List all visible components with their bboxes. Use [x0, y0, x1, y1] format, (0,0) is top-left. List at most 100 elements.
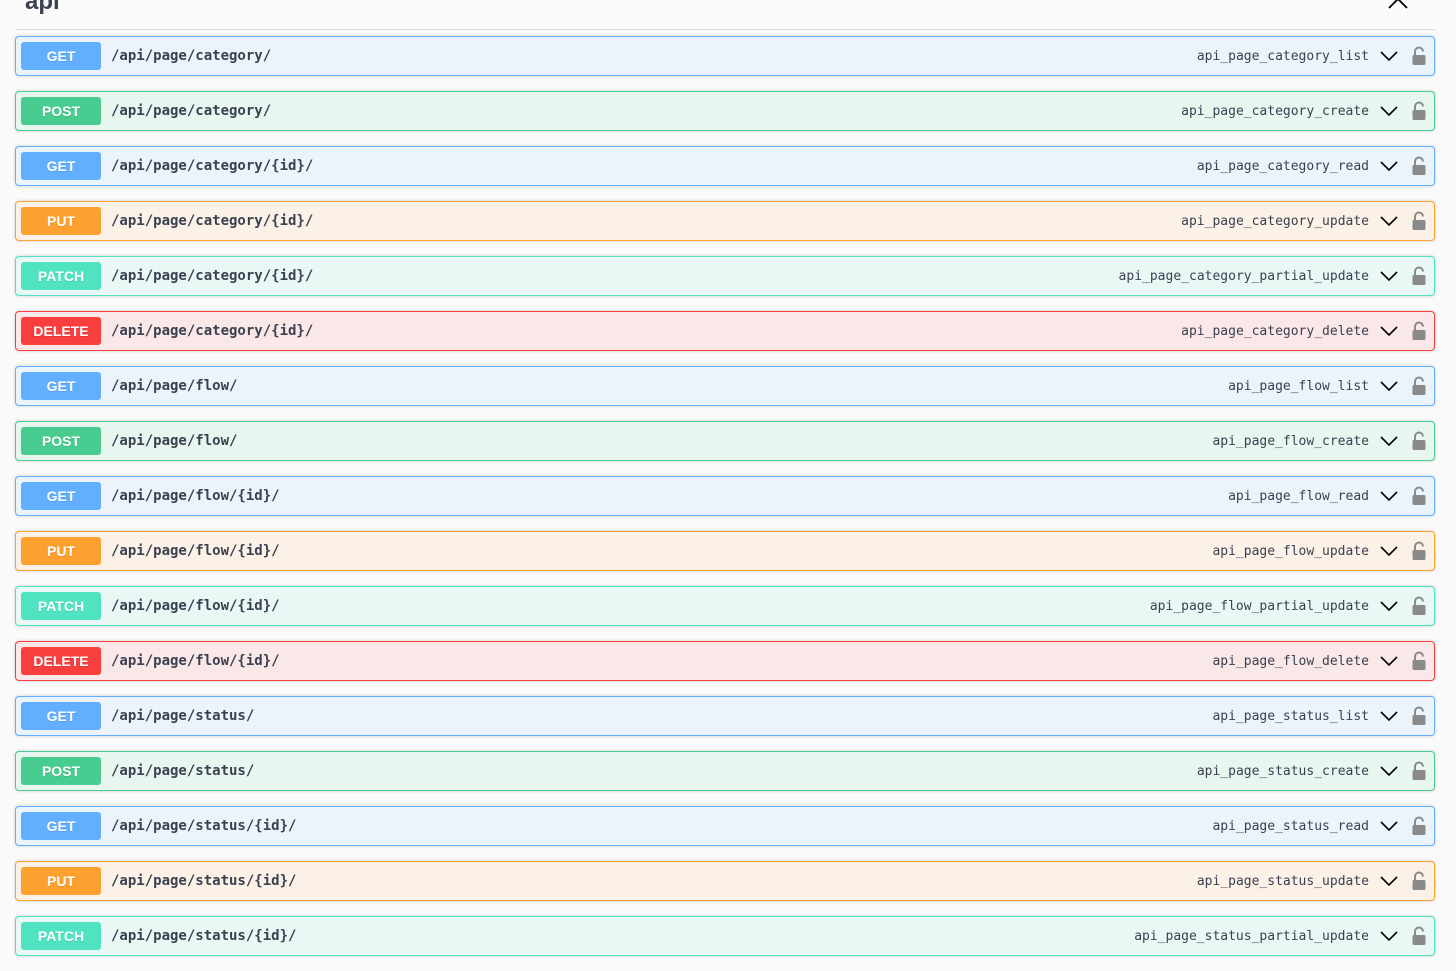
unlocked-padlock-icon[interactable]: [1411, 541, 1427, 561]
endpoint-path: /api/page/category/{id}/: [111, 158, 314, 174]
endpoint-path: /api/page/flow/{id}/: [111, 653, 280, 669]
section-header[interactable]: api: [15, 0, 1435, 30]
operation-row-post[interactable]: POST/api/page/status/api_page_status_cre…: [15, 751, 1435, 791]
chevron-down-icon[interactable]: [1379, 816, 1399, 836]
operation-id: api_page_flow_create: [1212, 433, 1369, 449]
method-badge: DELETE: [21, 647, 101, 675]
operation-id: api_page_category_create: [1181, 103, 1369, 119]
operation-row-get[interactable]: GET/api/page/status/api_page_status_list: [15, 696, 1435, 736]
chevron-down-icon[interactable]: [1379, 321, 1399, 341]
section-title: api: [25, 0, 60, 15]
method-badge: GET: [21, 812, 101, 840]
unlocked-padlock-icon[interactable]: [1411, 46, 1427, 66]
endpoint-path: /api/page/status/: [111, 708, 255, 724]
operation-row-get[interactable]: GET/api/page/category/{id}/ api_page_cate…: [15, 146, 1435, 186]
chevron-down-icon[interactable]: [1379, 156, 1399, 176]
operation-row-post[interactable]: POST/api/page/flow/api_page_flow_create: [15, 421, 1435, 461]
unlocked-padlock-icon[interactable]: [1411, 321, 1427, 341]
unlocked-padlock-icon[interactable]: [1411, 156, 1427, 176]
endpoint-path: /api/page/category/{id}/: [111, 323, 314, 339]
method-badge: DELETE: [21, 317, 101, 345]
chevron-down-icon[interactable]: [1379, 486, 1399, 506]
operation-id: api_page_category_delete: [1181, 323, 1369, 339]
unlocked-padlock-icon[interactable]: [1411, 431, 1427, 451]
chevron-down-icon[interactable]: [1379, 926, 1399, 946]
operation-row-patch[interactable]: PATCH/api/page/status/{id}/ api_page_stat…: [15, 916, 1435, 956]
endpoint-path: /api/page/category/: [111, 48, 272, 64]
chevron-up-icon[interactable]: [1387, 0, 1409, 12]
operation-row-patch[interactable]: PATCH/api/page/flow/{id}/ api_page_flow_p…: [15, 586, 1435, 626]
endpoint-path: /api/page/flow/{id}/: [111, 598, 280, 614]
endpoint-path: /api/page/status/{id}/: [111, 873, 297, 889]
operation-id: api_page_category_read: [1196, 158, 1369, 174]
unlocked-padlock-icon[interactable]: [1411, 926, 1427, 946]
operation-row-get[interactable]: GET/api/page/status/{id}/ api_page_status…: [15, 806, 1435, 846]
operation-row-get[interactable]: GET/api/page/category/api_page_category_…: [15, 36, 1435, 76]
chevron-down-icon[interactable]: [1379, 101, 1399, 121]
unlocked-padlock-icon[interactable]: [1411, 816, 1427, 836]
method-badge: GET: [21, 152, 101, 180]
endpoint-path: /api/page/flow/: [111, 378, 238, 394]
method-badge: PUT: [21, 207, 101, 235]
chevron-down-icon[interactable]: [1379, 46, 1399, 66]
unlocked-padlock-icon[interactable]: [1411, 706, 1427, 726]
chevron-down-icon[interactable]: [1379, 761, 1399, 781]
chevron-down-icon[interactable]: [1379, 376, 1399, 396]
operation-row-put[interactable]: PUT/api/page/category/{id}/ api_page_cate…: [15, 201, 1435, 241]
unlocked-padlock-icon[interactable]: [1411, 266, 1427, 286]
operation-row-post[interactable]: POST/api/page/category/api_page_category…: [15, 91, 1435, 131]
operations-list: GET/api/page/category/api_page_category_…: [15, 36, 1435, 971]
endpoint-path: /api/page/status/{id}/: [111, 928, 297, 944]
chevron-down-icon[interactable]: [1379, 871, 1399, 891]
operation-row-delete[interactable]: DELETE/api/page/category/{id}/ api_page_c…: [15, 311, 1435, 351]
method-badge: PATCH: [21, 262, 101, 290]
operation-id: api_page_flow_list: [1228, 378, 1369, 394]
method-badge: GET: [21, 482, 101, 510]
method-badge: GET: [21, 372, 101, 400]
unlocked-padlock-icon[interactable]: [1411, 486, 1427, 506]
operation-row-get[interactable]: GET/api/page/flow/{id}/ api_page_flow_rea…: [15, 476, 1435, 516]
method-badge: PUT: [21, 537, 101, 565]
method-badge: PATCH: [21, 922, 101, 950]
unlocked-padlock-icon[interactable]: [1411, 101, 1427, 121]
operation-id: api_page_flow_partial_update: [1149, 598, 1369, 614]
chevron-down-icon[interactable]: [1379, 431, 1399, 451]
chevron-down-icon[interactable]: [1379, 596, 1399, 616]
method-badge: PATCH: [21, 592, 101, 620]
operation-id: api_page_category_list: [1196, 48, 1369, 64]
endpoint-path: /api/page/flow/: [111, 433, 238, 449]
unlocked-padlock-icon[interactable]: [1411, 871, 1427, 891]
unlocked-padlock-icon[interactable]: [1411, 761, 1427, 781]
operation-row-get[interactable]: GET/api/page/flow/api_page_flow_list: [15, 366, 1435, 406]
operation-id: api_page_status_list: [1212, 708, 1369, 724]
chevron-down-icon[interactable]: [1379, 706, 1399, 726]
unlocked-padlock-icon[interactable]: [1411, 651, 1427, 671]
operation-id: api_page_flow_delete: [1212, 653, 1369, 669]
chevron-down-icon[interactable]: [1379, 651, 1399, 671]
endpoint-path: /api/page/status/{id}/: [111, 818, 297, 834]
endpoint-path: /api/page/category/{id}/: [111, 268, 314, 284]
method-badge: POST: [21, 427, 101, 455]
operation-id: api_page_status_partial_update: [1134, 928, 1369, 944]
operation-row-put[interactable]: PUT/api/page/status/{id}/ api_page_status…: [15, 861, 1435, 901]
operation-row-patch[interactable]: PATCH/api/page/category/{id}/ api_page_ca…: [15, 256, 1435, 296]
operation-id: api_page_status_create: [1196, 763, 1369, 779]
chevron-down-icon[interactable]: [1379, 211, 1399, 231]
chevron-down-icon[interactable]: [1379, 541, 1399, 561]
method-badge: POST: [21, 757, 101, 785]
operation-id: api_page_category_partial_update: [1118, 268, 1369, 284]
operation-row-delete[interactable]: DELETE/api/page/flow/{id}/ api_page_flow_…: [15, 641, 1435, 681]
chevron-down-icon[interactable]: [1379, 266, 1399, 286]
endpoint-path: /api/page/flow/{id}/: [111, 488, 280, 504]
method-badge: PUT: [21, 867, 101, 895]
unlocked-padlock-icon[interactable]: [1411, 211, 1427, 231]
unlocked-padlock-icon[interactable]: [1411, 596, 1427, 616]
unlocked-padlock-icon[interactable]: [1411, 376, 1427, 396]
endpoint-path: /api/page/category/: [111, 103, 272, 119]
endpoint-path: /api/page/category/{id}/: [111, 213, 314, 229]
method-badge: POST: [21, 97, 101, 125]
operation-id: api_page_status_read: [1212, 818, 1369, 834]
operation-row-put[interactable]: PUT/api/page/flow/{id}/ api_page_flow_upd…: [15, 531, 1435, 571]
endpoint-path: /api/page/flow/{id}/: [111, 543, 280, 559]
method-badge: GET: [21, 42, 101, 70]
